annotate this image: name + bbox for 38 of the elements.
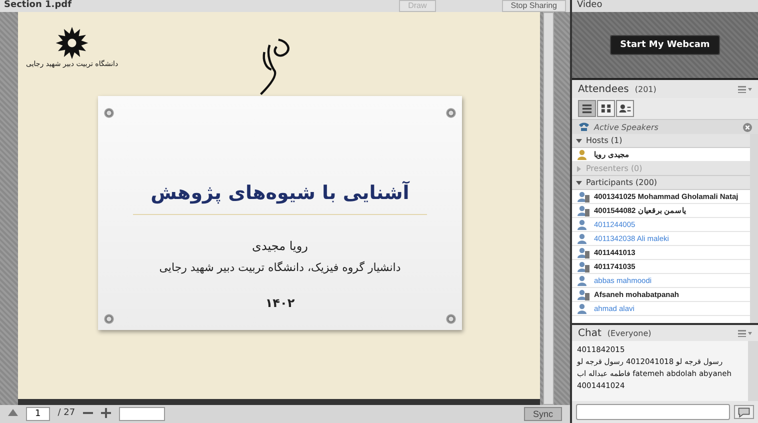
user-list-icon[interactable]	[616, 100, 634, 117]
expanded-caret-icon[interactable]	[576, 180, 582, 186]
screw-icon	[104, 108, 114, 118]
scrollbar[interactable]	[543, 12, 554, 405]
slide-title: آشنایی با شیوه‌های پژوهش	[150, 182, 410, 204]
slide-author: رویا مجیدی	[252, 239, 308, 253]
toolbar-button[interactable]: Stop Sharing	[502, 0, 566, 12]
phone-icon	[578, 122, 590, 132]
close-icon[interactable]	[743, 122, 752, 132]
document-title: Section 1.pdf	[4, 0, 72, 10]
group-header[interactable]: Hosts (1)	[586, 136, 622, 145]
screw-icon	[104, 314, 114, 324]
active-speakers-label: Active Speakers	[594, 122, 658, 132]
list-view-icon[interactable]	[578, 100, 596, 117]
screw-icon	[446, 108, 456, 118]
speech-bubble-icon	[737, 406, 751, 418]
chat-input-field[interactable]	[576, 404, 730, 420]
chat-title: Chat	[578, 328, 602, 338]
expanded-caret-icon[interactable]	[576, 138, 582, 144]
chat-audience: (Everyone)	[607, 328, 652, 338]
up-arrow-icon[interactable]	[8, 408, 18, 416]
menu-icon[interactable]	[738, 330, 752, 336]
send-button[interactable]	[734, 405, 754, 419]
page-total: / 27	[58, 407, 76, 420]
attendees-title: Attendees	[578, 84, 629, 94]
flower-emblem-icon	[55, 26, 90, 60]
grid-view-icon[interactable]	[597, 100, 615, 117]
menu-icon[interactable]	[738, 86, 752, 92]
slide-year: ۱۴۰۲	[265, 296, 295, 310]
video-title: Video	[577, 0, 602, 10]
page-number-field[interactable]: 1	[26, 407, 50, 421]
attendee-count: (201)	[634, 84, 656, 94]
zoom-dropdown[interactable]	[119, 407, 166, 421]
start-webcam-button[interactable]: Start My Webcam	[610, 35, 720, 55]
zoom-in-icon[interactable]	[101, 408, 112, 418]
slide-affiliation: دانشیار گروه فیزیک، دانشگاه تربیت دبیر شهید رجایی	[159, 261, 401, 274]
screw-icon	[446, 314, 456, 324]
sync-button[interactable]: Sync	[524, 407, 562, 421]
